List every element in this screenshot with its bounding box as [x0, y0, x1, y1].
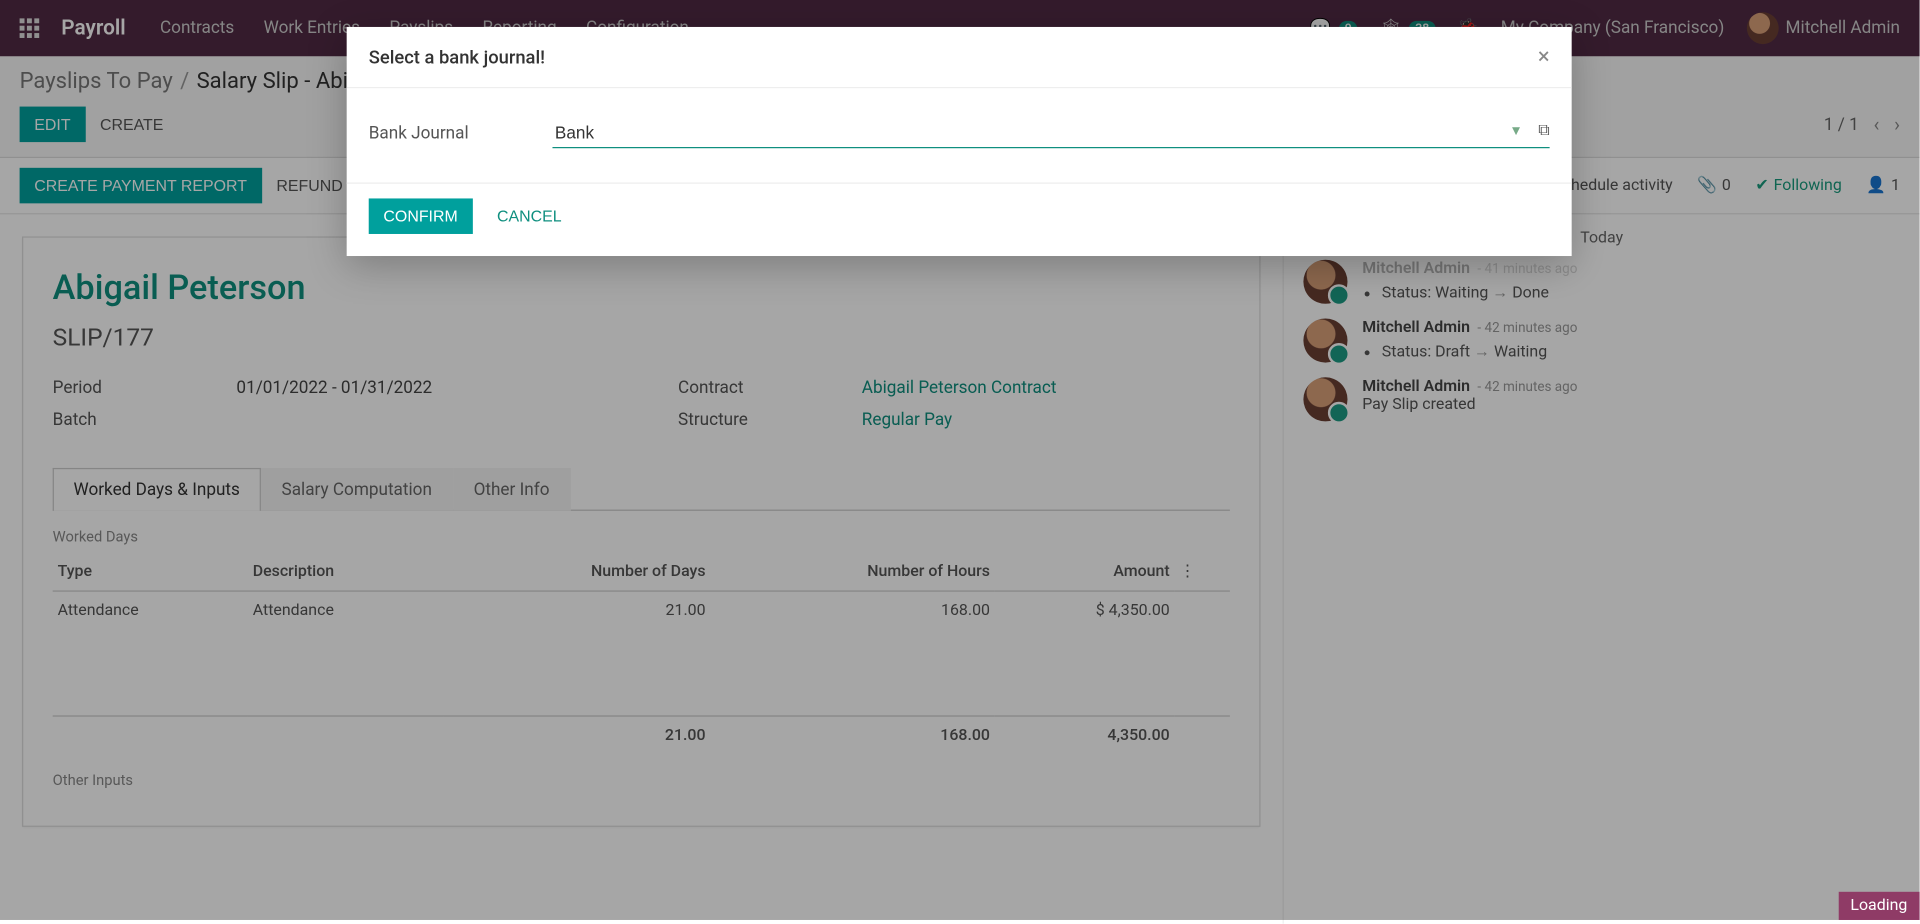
cancel-button[interactable]: CANCEL [482, 198, 576, 234]
close-icon[interactable]: × [1538, 44, 1550, 70]
bank-journal-label: Bank Journal [369, 123, 553, 143]
modal-title: Select a bank journal! [369, 46, 545, 68]
confirm-button[interactable]: CONFIRM [369, 198, 473, 234]
dropdown-caret-icon[interactable]: ▼ [1509, 123, 1522, 139]
bank-journal-modal: Select a bank journal! × Bank Journal ▼ … [347, 27, 1572, 256]
external-link-icon[interactable]: ⧉ [1538, 121, 1549, 139]
loading-indicator: Loading [1838, 892, 1919, 920]
bank-journal-input[interactable] [552, 118, 1549, 149]
